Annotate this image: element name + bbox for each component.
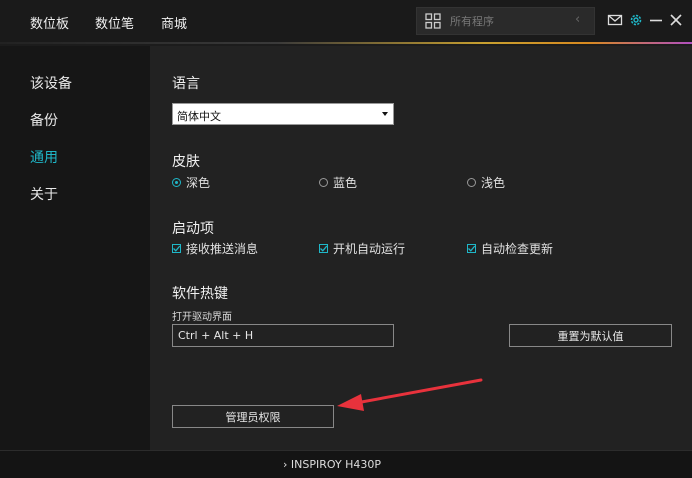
- skin-title: 皮肤: [172, 154, 200, 170]
- tab-pen[interactable]: 数位笔: [95, 13, 134, 32]
- chevron-right-icon: ›: [283, 458, 288, 471]
- skin-option-label: 蓝色: [333, 176, 358, 190]
- skin-option-blue[interactable]: 蓝色: [319, 174, 357, 191]
- startup-title: 启动项: [172, 221, 214, 237]
- startup-option-autorun[interactable]: 开机自动运行: [319, 240, 405, 257]
- sidebar-item-about[interactable]: 关于: [30, 184, 58, 204]
- program-search-input[interactable]: [450, 13, 570, 29]
- sidebar: 该设备 备份 通用 关于: [0, 46, 150, 450]
- sidebar-item-general[interactable]: 通用: [30, 147, 58, 167]
- caret-down-icon: [382, 112, 388, 116]
- reset-default-button[interactable]: 重置为默认值: [509, 324, 672, 347]
- gear-icon[interactable]: [628, 12, 644, 28]
- radio-unselected-icon: [319, 178, 328, 187]
- checkbox-checked-icon: [319, 244, 328, 253]
- mail-icon[interactable]: [607, 12, 623, 28]
- startup-option-label: 自动检查更新: [481, 242, 554, 256]
- sidebar-item-backup[interactable]: 备份: [30, 110, 58, 130]
- radio-unselected-icon: [467, 178, 476, 187]
- program-search: ‹: [416, 7, 595, 35]
- close-icon[interactable]: [668, 12, 684, 28]
- sidebar-item-device[interactable]: 该设备: [30, 73, 72, 93]
- radio-selected-icon: [172, 178, 181, 187]
- status-bar: › INSPIROY H430P: [0, 450, 692, 478]
- language-select[interactable]: 简体中文: [172, 103, 394, 125]
- startup-option-push[interactable]: 接收推送消息: [172, 240, 258, 257]
- startup-option-update[interactable]: 自动检查更新: [467, 240, 553, 257]
- hotkey-input[interactable]: [172, 324, 394, 347]
- language-selected-value: 简体中文: [177, 110, 221, 123]
- apps-grid-icon[interactable]: [425, 13, 441, 29]
- general-settings-panel: 语言 简体中文 皮肤 深色 蓝色 浅色 启动项 接收推送消息 开机自动运行 自动…: [150, 46, 692, 450]
- top-bar: 数位板 数位笔 商城 ‹: [0, 0, 692, 44]
- tab-tablet[interactable]: 数位板: [30, 13, 69, 32]
- startup-option-label: 开机自动运行: [333, 242, 406, 256]
- checkbox-checked-icon: [172, 244, 181, 253]
- checkbox-checked-icon: [467, 244, 476, 253]
- hotkey-open-driver-label: 打开驱动界面: [172, 312, 232, 323]
- minimize-icon[interactable]: [648, 12, 664, 28]
- startup-option-label: 接收推送消息: [186, 242, 259, 256]
- top-accent-line: [0, 42, 692, 44]
- chevron-left-icon[interactable]: ‹: [575, 12, 580, 27]
- skin-option-label: 浅色: [481, 176, 506, 190]
- language-title: 语言: [172, 76, 200, 92]
- device-selector[interactable]: › INSPIROY H430P: [283, 458, 381, 471]
- skin-option-dark[interactable]: 深色: [172, 174, 210, 191]
- tab-store[interactable]: 商城: [161, 13, 187, 32]
- skin-option-label: 深色: [186, 176, 211, 190]
- device-name: INSPIROY H430P: [290, 458, 382, 471]
- hotkeys-title: 软件热键: [172, 286, 228, 302]
- admin-permission-button[interactable]: 管理员权限: [172, 405, 334, 428]
- skin-option-light[interactable]: 浅色: [467, 174, 505, 191]
